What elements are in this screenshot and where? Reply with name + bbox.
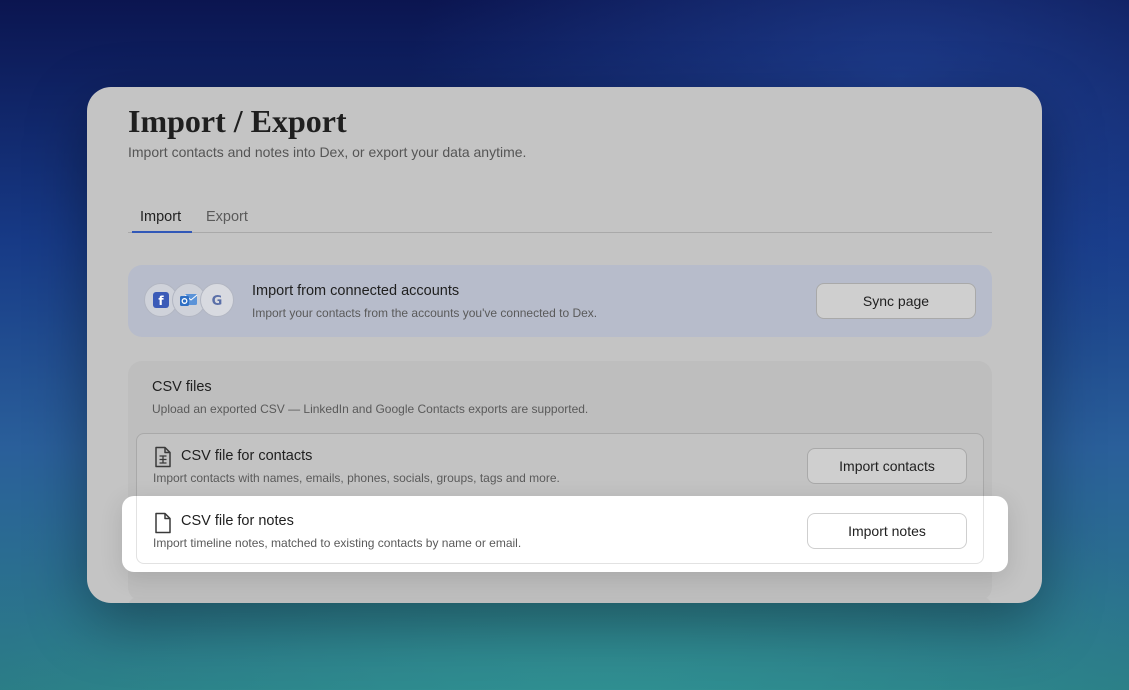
csv-contacts-description: Import contacts with names, emails, phon… [153,471,560,485]
next-section-peek [128,597,992,603]
google-icon: G [200,283,234,317]
tab-import[interactable]: Import [140,209,181,225]
connected-accounts-description: Import your contacts from the accounts y… [252,306,598,320]
csv-files-description: Upload an exported CSV — LinkedIn and Go… [152,402,589,416]
tab-export[interactable]: Export [206,209,248,225]
connected-accounts-card: f G Import from connected accounts Impor… [128,265,992,337]
page-title: Import / Export [128,103,347,139]
csv-notes-title: CSV file for notes [181,513,294,529]
tab-bar: Import Export [128,199,992,233]
csv-contacts-row: CSV file for contacts Import contacts wi… [136,433,984,501]
page-subtitle: Import contacts and notes into Dex, or e… [128,144,527,160]
csv-contacts-title: CSV file for contacts [181,448,313,464]
svg-text:f: f [158,294,164,308]
import-contacts-button[interactable]: Import contacts [807,448,967,484]
import-notes-button[interactable]: Import notes [807,513,967,549]
document-file-icon [155,512,171,534]
active-tab-indicator [132,231,192,233]
connected-accounts-title: Import from connected accounts [252,283,460,299]
sync-page-button[interactable]: Sync page [816,283,976,319]
account-icons: f G [144,283,238,319]
csv-files-title: CSV files [152,379,212,395]
csv-notes-description: Import timeline notes, matched to existi… [153,536,522,550]
svg-text:G: G [212,294,223,308]
spreadsheet-file-icon [155,446,171,468]
highlighted-notes-row-container: CSV file for notes Import timeline notes… [122,496,1008,572]
csv-notes-row: CSV file for notes Import timeline notes… [136,496,984,564]
